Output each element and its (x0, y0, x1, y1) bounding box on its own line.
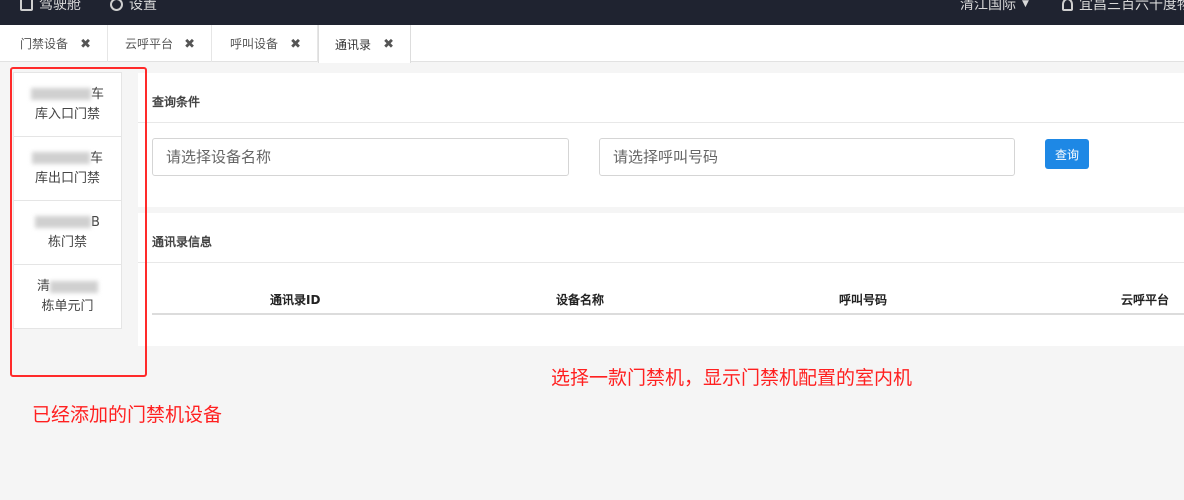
tab-label: 云呼平台 (125, 37, 174, 51)
nav-cockpit[interactable]: 驾驶舱 (20, 0, 81, 14)
project-selector[interactable]: 清江国际 ▼ (960, 0, 1029, 14)
nav-settings-label: 设置 (129, 0, 157, 13)
table-header-border (152, 313, 1184, 315)
divider (138, 262, 1184, 263)
annotation-right: 选择一款门禁机，显示门禁机配置的室内机 (551, 367, 913, 389)
gear-icon (110, 0, 123, 11)
tab-label: 通讯录 (335, 37, 372, 52)
close-icon[interactable]: ✖ (80, 37, 91, 52)
column-header-device-name[interactable]: 设备名称 (556, 291, 604, 308)
grid-icon (20, 0, 33, 11)
close-icon[interactable]: ✖ (290, 37, 301, 52)
divider (138, 122, 1184, 123)
close-icon[interactable]: ✖ (184, 37, 195, 52)
search-button[interactable]: 查询 (1045, 139, 1089, 169)
tab-access-devices[interactable]: 门禁设备 ✖ (0, 25, 108, 62)
tab-contacts[interactable]: 通讯录 ✖ (318, 25, 411, 63)
contacts-panel: 通讯录信息 通讯录ID 设备名称 呼叫号码 云呼平台 (138, 213, 1184, 346)
top-navbar: 驾驶舱 设置 清江国际 ▼ 宜昌三百六十度物 (0, 0, 1184, 25)
contacts-panel-title: 通讯录信息 (152, 235, 213, 249)
nav-settings[interactable]: 设置 (110, 0, 157, 14)
tab-label: 门禁设备 (20, 37, 69, 51)
caret-down-icon: ▼ (1022, 0, 1029, 9)
tab-cloud-call-platform[interactable]: 云呼平台 ✖ (108, 25, 212, 62)
query-panel-title: 查询条件 (152, 95, 201, 109)
call-number-select[interactable]: 请选择呼叫号码 (599, 138, 1015, 176)
user-menu-label: 宜昌三百六十度物 (1079, 0, 1184, 13)
annotation-left: 已经添加的门禁机设备 (32, 404, 223, 426)
tab-bar: 门禁设备 ✖ 云呼平台 ✖ 呼叫设备 ✖ 通讯录 ✖ (0, 25, 1184, 63)
column-header-call-number[interactable]: 呼叫号码 (839, 291, 887, 308)
project-selector-label: 清江国际 (960, 0, 1016, 13)
device-name-select[interactable]: 请选择设备名称 (152, 138, 569, 176)
query-panel: 查询条件 请选择设备名称 请选择呼叫号码 查询 (138, 73, 1184, 207)
user-menu[interactable]: 宜昌三百六十度物 (1062, 0, 1184, 14)
column-header-contact-id[interactable]: 通讯录ID (270, 291, 320, 308)
tab-label: 呼叫设备 (230, 37, 279, 51)
tab-call-devices[interactable]: 呼叫设备 ✖ (212, 25, 318, 62)
user-icon (1062, 0, 1073, 11)
annotation-highlight-box (10, 67, 147, 377)
nav-cockpit-label: 驾驶舱 (39, 0, 81, 13)
close-icon[interactable]: ✖ (383, 37, 394, 52)
column-header-cloud-platform[interactable]: 云呼平台 (1121, 291, 1169, 308)
